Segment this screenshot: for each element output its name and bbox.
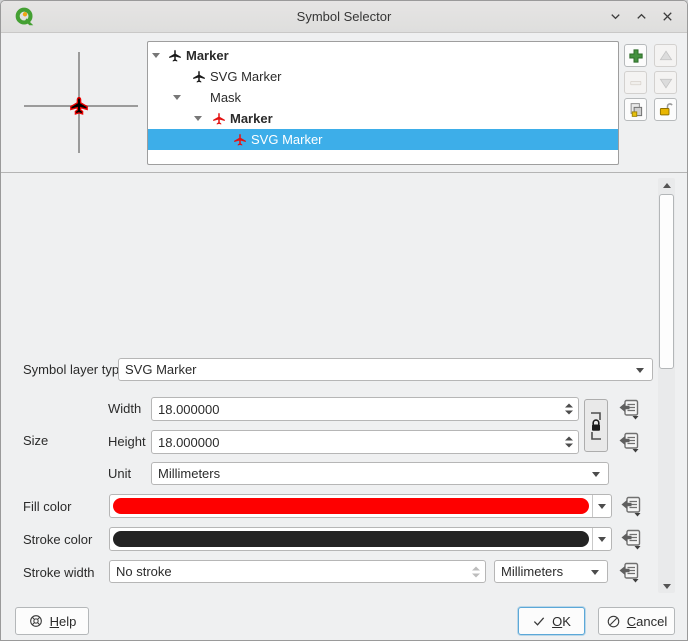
plane-black-icon (192, 70, 206, 84)
triangle-down-icon (657, 74, 675, 92)
stroke-width-data-override-button[interactable] (615, 560, 643, 584)
help-icon (28, 613, 44, 629)
help-button[interactable]: Help (15, 607, 89, 635)
fill-color-data-override-button[interactable] (617, 494, 645, 518)
stroke-color-dropdown[interactable] (592, 528, 611, 550)
stroke-width-input[interactable]: No stroke (109, 560, 486, 583)
tree-row-marker[interactable]: Marker (148, 45, 618, 66)
fill-color-dropdown[interactable] (592, 495, 611, 517)
move-layer-down-button[interactable] (654, 71, 677, 94)
tree-row-mask-svg-marker-selected[interactable]: SVG Marker (148, 129, 618, 150)
add-symbol-layer-button[interactable] (624, 44, 647, 67)
scroll-up-button[interactable] (658, 178, 675, 192)
symbol-layer-tree: Marker SVG Marker Mask Marker SVG Marker (147, 41, 619, 165)
no-entry-icon (606, 614, 621, 629)
tree-row-mask-marker[interactable]: Marker (148, 108, 618, 129)
expander-icon[interactable] (152, 53, 160, 58)
plane-black-icon (168, 49, 182, 63)
duplicate-icon (627, 101, 645, 119)
data-override-icon (619, 527, 643, 551)
titlebar[interactable]: Symbol Selector (1, 1, 687, 33)
stroke-width-unit-select[interactable]: Millimeters (494, 560, 608, 583)
expander-icon[interactable] (194, 116, 202, 121)
stroke-width-label: Stroke width (23, 565, 95, 580)
width-input[interactable]: 18.000000 (151, 397, 579, 421)
checkmark-icon (532, 614, 546, 628)
window-shade-button[interactable] (608, 9, 623, 24)
unit-label: Unit (108, 466, 131, 481)
symbol-preview (19, 43, 139, 165)
expander-icon[interactable] (173, 95, 181, 100)
plus-icon (627, 47, 645, 65)
tree-row-label: Marker (186, 48, 229, 63)
remove-symbol-layer-button[interactable] (624, 71, 647, 94)
tree-row-label: Mask (210, 90, 241, 105)
symbol-layer-type-label: Symbol layer type (23, 362, 126, 377)
spinner-arrows[interactable] (565, 437, 573, 448)
data-override-icon (619, 494, 643, 518)
open-padlock-icon (657, 101, 675, 119)
tree-row-label: SVG Marker (210, 69, 282, 84)
stroke-color-data-override-button[interactable] (617, 527, 645, 551)
tree-row-label: SVG Marker (251, 132, 323, 147)
aspect-lock-icon (586, 403, 606, 449)
duplicate-layer-button[interactable] (624, 98, 647, 121)
lock-layer-color-button[interactable] (654, 98, 677, 121)
stroke-color-label: Stroke color (23, 532, 92, 547)
ok-button[interactable]: OK (518, 607, 585, 635)
height-input[interactable]: 18.000000 (151, 430, 579, 454)
vertical-scrollbar[interactable] (658, 178, 675, 593)
cancel-button[interactable]: Cancel (598, 607, 675, 635)
scrollbar-thumb[interactable] (659, 194, 674, 369)
height-label: Height (108, 434, 146, 449)
symbol-selector-dialog: Symbol Selector Marker SVG (0, 0, 688, 641)
chevron-down-icon (592, 472, 600, 477)
fill-color-button[interactable] (109, 494, 612, 518)
move-layer-up-button[interactable] (654, 44, 677, 67)
spinner-arrows[interactable] (565, 404, 573, 415)
tree-row-label: Marker (230, 111, 273, 126)
size-unit-select[interactable]: Millimeters (151, 462, 609, 485)
width-label: Width (108, 401, 141, 416)
size-label: Size (23, 433, 48, 448)
stroke-color-button[interactable] (109, 527, 612, 551)
window-title: Symbol Selector (1, 9, 687, 24)
plane-red-icon (233, 133, 247, 147)
qgis-logo-icon (14, 6, 36, 31)
fill-color-label: Fill color (23, 499, 71, 514)
width-data-override-button[interactable] (615, 397, 643, 421)
preview-plane-icon (70, 97, 88, 115)
scroll-down-button[interactable] (658, 579, 675, 593)
tree-row-mask[interactable]: Mask (148, 87, 618, 108)
stroke-color-swatch (113, 531, 589, 547)
chevron-down-icon (636, 368, 644, 373)
window-close-button[interactable] (660, 9, 675, 24)
chevron-down-icon (598, 504, 606, 509)
window-maximize-button[interactable] (634, 9, 649, 24)
triangle-up-icon (657, 47, 675, 65)
properties-panel: Symbol layer type SVG Marker Size Width … (1, 173, 657, 594)
spinner-arrows[interactable] (472, 566, 480, 577)
lock-aspect-ratio-button[interactable] (584, 399, 608, 452)
height-data-override-button[interactable] (615, 430, 643, 454)
symbol-layer-type-select[interactable]: SVG Marker (118, 358, 653, 381)
data-override-icon (617, 560, 641, 584)
data-override-icon (617, 430, 641, 454)
fill-color-swatch (113, 498, 589, 514)
chevron-down-icon (598, 537, 606, 542)
chevron-down-icon (591, 570, 599, 575)
tree-row-svg-marker[interactable]: SVG Marker (148, 66, 618, 87)
plane-red-icon (212, 112, 226, 126)
data-override-icon (617, 397, 641, 421)
minus-icon (627, 74, 645, 92)
